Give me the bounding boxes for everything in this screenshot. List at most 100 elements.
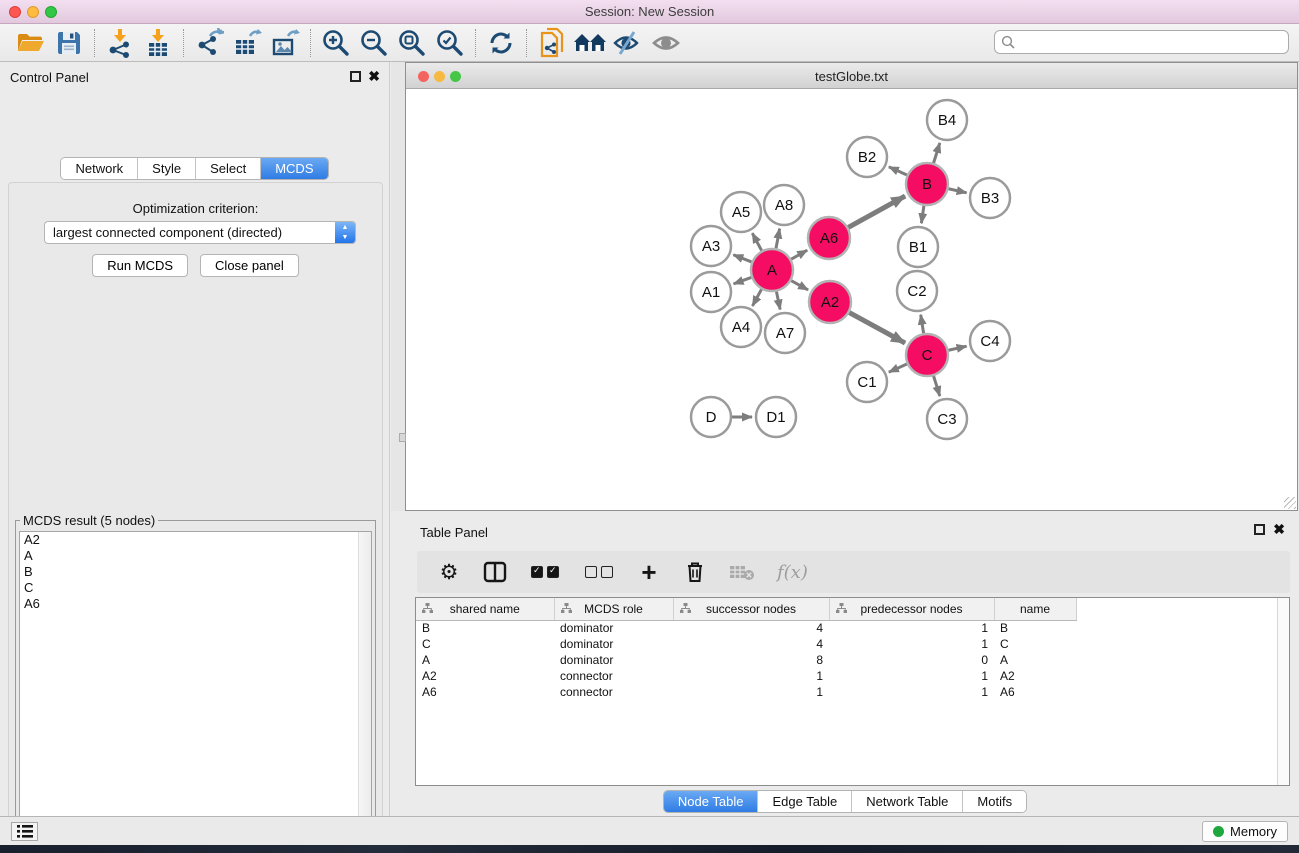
mcds-result-item[interactable]: A2	[20, 532, 371, 548]
float-panel-icon[interactable]	[350, 71, 361, 82]
search-input[interactable]	[1016, 35, 1288, 50]
graph-node-A2[interactable]: A2	[809, 281, 851, 323]
table-cell[interactable]: B	[416, 620, 554, 636]
table-close-panel-icon[interactable]: ✖	[1273, 521, 1285, 537]
import-network-button[interactable]	[101, 27, 139, 59]
column-header-MCDS-role[interactable]: MCDS role	[554, 598, 673, 620]
graph-node-A6[interactable]: A6	[808, 217, 850, 259]
tab-edge-table[interactable]: Edge Table	[758, 791, 852, 812]
graph-node-C4[interactable]: C4	[970, 321, 1010, 361]
zoom-in-button[interactable]	[317, 27, 355, 59]
close-panel-icon[interactable]: ✖	[368, 68, 380, 84]
table-cell[interactable]: dominator	[554, 620, 673, 636]
show-all-button[interactable]	[647, 27, 685, 59]
table-row[interactable]: Adominator80A	[416, 652, 1076, 668]
graph-node-A8[interactable]: A8	[764, 185, 804, 225]
graph-edge-A-A8[interactable]	[776, 229, 780, 249]
graph-node-B1[interactable]: B1	[898, 227, 938, 267]
table-cell[interactable]: A6	[416, 684, 554, 700]
graph-edge-B-B2[interactable]	[889, 167, 907, 175]
graph-edge-A2-C[interactable]	[849, 313, 905, 343]
tab-network-table[interactable]: Network Table	[852, 791, 963, 812]
mcds-result-item[interactable]: A	[20, 548, 371, 564]
first-neighbors-button[interactable]	[571, 27, 609, 59]
list-scrollbar[interactable]	[358, 532, 371, 853]
graph-edge-A6-B[interactable]	[848, 196, 905, 227]
table-row[interactable]: A2connector11A2	[416, 668, 1076, 684]
table-cell[interactable]: A	[416, 652, 554, 668]
network-canvas[interactable]: AA1A2A3A4A5A6A7A8BB1B2B3B4CC1C2C3C4DD1	[406, 89, 1297, 510]
zoom-fit-button[interactable]	[393, 27, 431, 59]
mcds-result-item[interactable]: C	[20, 580, 371, 596]
column-header-shared-name[interactable]: shared name	[416, 598, 554, 620]
table-cell[interactable]: B	[994, 620, 1076, 636]
table-cell[interactable]: C	[994, 636, 1076, 652]
graph-node-D[interactable]: D	[691, 397, 731, 437]
mcds-result-list[interactable]: A2ABCA6	[19, 531, 372, 853]
delete-column-icon[interactable]	[683, 559, 707, 585]
table-row[interactable]: Cdominator41C	[416, 636, 1076, 652]
tab-network[interactable]: Network	[61, 158, 138, 179]
tab-motifs[interactable]: Motifs	[963, 791, 1026, 812]
graph-edge-B-B1[interactable]	[921, 206, 923, 223]
tab-mcds[interactable]: MCDS	[261, 158, 327, 179]
graph-edge-A-A2[interactable]	[791, 281, 808, 290]
graph-edge-A-A1[interactable]	[734, 277, 752, 283]
graph-edge-A-A6[interactable]	[791, 250, 807, 259]
import-table-button[interactable]	[139, 27, 177, 59]
table-float-panel-icon[interactable]	[1254, 524, 1265, 535]
graph-edge-A-A5[interactable]	[752, 233, 761, 250]
table-scrollbar[interactable]	[1277, 598, 1289, 785]
graph-node-A3[interactable]: A3	[691, 226, 731, 266]
graph-edge-A-A3[interactable]	[733, 255, 751, 262]
tab-select[interactable]: Select	[196, 158, 261, 179]
graph-node-A4[interactable]: A4	[721, 307, 761, 347]
graph-node-B3[interactable]: B3	[970, 178, 1010, 218]
table-cell[interactable]: 8	[673, 652, 829, 668]
graph-node-A1[interactable]: A1	[691, 272, 731, 312]
save-session-button[interactable]	[50, 27, 88, 59]
node-table-grid[interactable]: shared nameMCDS rolesuccessor nodesprede…	[416, 598, 1077, 700]
task-history-button[interactable]	[11, 822, 38, 841]
graph-edge-C-C1[interactable]	[889, 364, 907, 372]
deselect-all-checkboxes-icon[interactable]	[583, 559, 615, 585]
tab-node-table[interactable]: Node Table	[664, 791, 759, 812]
graph-edge-C-C3[interactable]	[934, 376, 940, 396]
graph-node-B2[interactable]: B2	[847, 137, 887, 177]
split-columns-icon[interactable]	[483, 559, 507, 585]
graph-node-D1[interactable]: D1	[756, 397, 796, 437]
graph-node-A5[interactable]: A5	[721, 192, 761, 232]
window-resize-grip-icon[interactable]	[1284, 497, 1296, 509]
column-header-successor-nodes[interactable]: successor nodes	[673, 598, 829, 620]
graph-node-B4[interactable]: B4	[927, 100, 967, 140]
table-cell[interactable]: dominator	[554, 636, 673, 652]
table-cell[interactable]: 4	[673, 636, 829, 652]
graph-node-C[interactable]: C	[906, 334, 948, 376]
column-header-name[interactable]: name	[994, 598, 1076, 620]
zoom-selected-button[interactable]	[431, 27, 469, 59]
table-cell[interactable]: 1	[673, 684, 829, 700]
graph-node-A[interactable]: A	[751, 249, 793, 291]
export-network-button[interactable]	[190, 27, 228, 59]
mcds-result-item[interactable]: B	[20, 564, 371, 580]
table-cell[interactable]: A	[994, 652, 1076, 668]
graph-edge-C-C2[interactable]	[921, 315, 924, 334]
table-cell[interactable]: 1	[673, 668, 829, 684]
graph-edge-B-B4[interactable]	[934, 143, 940, 163]
table-cell[interactable]: 1	[829, 668, 994, 684]
graph-edge-A-A4[interactable]	[752, 289, 761, 306]
hide-selected-button[interactable]	[609, 27, 647, 59]
export-table-button[interactable]	[228, 27, 266, 59]
table-cell[interactable]: 4	[673, 620, 829, 636]
table-cell[interactable]: A6	[994, 684, 1076, 700]
zoom-out-button[interactable]	[355, 27, 393, 59]
table-cell[interactable]: dominator	[554, 652, 673, 668]
graph-node-A7[interactable]: A7	[765, 313, 805, 353]
new-network-from-selection-button[interactable]	[533, 27, 571, 59]
export-image-button[interactable]	[266, 27, 304, 59]
tab-style[interactable]: Style	[138, 158, 196, 179]
graph-node-C3[interactable]: C3	[927, 399, 967, 439]
select-all-checkboxes-icon[interactable]	[529, 559, 561, 585]
table-cell[interactable]: 0	[829, 652, 994, 668]
add-column-icon[interactable]: +	[637, 559, 661, 585]
